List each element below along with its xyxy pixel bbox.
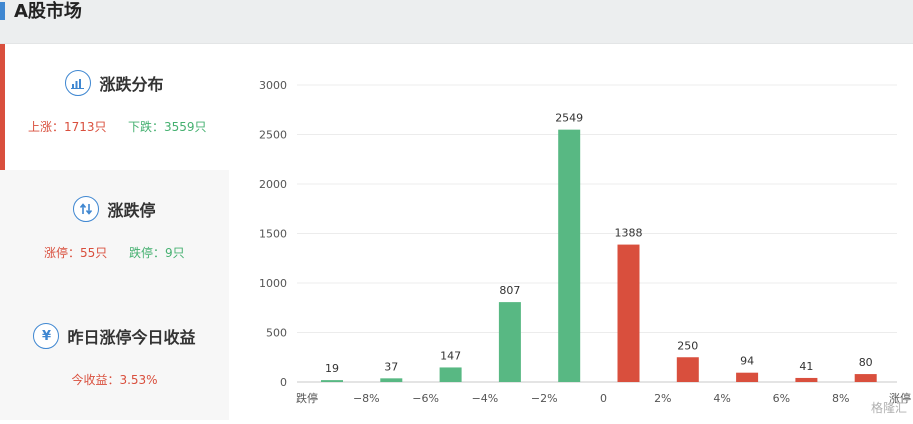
bar [795, 377, 818, 382]
x-tick-label: 8% [832, 392, 849, 405]
up-count: 上涨：1713只 [28, 120, 107, 134]
panel-title-distribution: 涨跌分布 [99, 75, 164, 94]
panel-head-distribution: 涨跌分布 [0, 70, 229, 96]
x-tick-label: −4% [472, 392, 499, 405]
section-header: A股市场 [0, 0, 913, 44]
page-title: A股市场 [14, 1, 82, 22]
header-accent-bar [0, 2, 5, 20]
bar [676, 357, 699, 382]
bar-value-label: 19 [325, 362, 339, 375]
chart-area: 0 500 1000 1500 2000 2500 3000 跌停 −8% −6% −4% −2% 0 2… [229, 44, 913, 420]
limit-up-count: 涨停：55只 [44, 246, 108, 260]
y-tick-label: 2000 [259, 178, 287, 191]
y-tick-label: 1000 [259, 277, 287, 290]
x-tick-label: −2% [531, 392, 558, 405]
sidebar: 涨跌分布 上涨：1713只 下跌：3559只 涨跌停 涨停：55只 跌停：9只 … [0, 44, 229, 420]
tab-yesterday[interactable]: ¥ 昨日涨停今日收益 今收益：3.53% [0, 296, 229, 420]
bar-chart: 0 500 1000 1500 2000 2500 3000 跌停 −8% −6% −4% −2% 0 2… [259, 79, 911, 405]
yen-icon: ¥ [33, 323, 60, 349]
x-tick-label: 跌停 [296, 391, 318, 405]
bar-value-label: 250 [677, 339, 698, 352]
bar [321, 380, 343, 382]
down-count: 下跌：3559只 [128, 120, 207, 134]
bar [498, 302, 521, 382]
bar [617, 244, 640, 382]
bar [380, 378, 403, 382]
watermark: 格隆汇 [870, 401, 907, 415]
x-tick-label: 4% [713, 392, 730, 405]
x-tick-label: 0 [600, 392, 607, 405]
active-indicator [0, 44, 5, 170]
y-tick-label: 1500 [259, 228, 287, 241]
bar-value-label: 37 [384, 360, 398, 373]
yesterday-return: 今收益：3.53% [71, 373, 158, 387]
bar-value-label: 807 [499, 284, 520, 297]
bar [439, 367, 462, 382]
tab-distribution[interactable]: 涨跌分布 上涨：1713只 下跌：3559只 [0, 44, 229, 170]
panel-head-yesterday: ¥ 昨日涨停今日收益 [0, 323, 229, 349]
bar [854, 374, 877, 382]
bar-value-label: 94 [740, 355, 754, 368]
bar [558, 129, 581, 382]
panel-title-yesterday: 昨日涨停今日收益 [67, 328, 196, 347]
panel-title-limit: 涨跌停 [107, 201, 156, 220]
x-tick-label: 6% [773, 392, 790, 405]
bar-chart-icon [65, 70, 92, 96]
yesterday-stats: 今收益：3.53% [0, 371, 229, 388]
y-tick-label: 500 [266, 327, 287, 340]
bar-value-label: 2549 [555, 112, 583, 125]
up-down-arrows-icon [73, 196, 100, 222]
y-tick-label: 3000 [259, 79, 287, 92]
tab-limit[interactable]: 涨跌停 涨停：55只 跌停：9只 [0, 170, 229, 296]
y-tick-label: 2500 [259, 129, 287, 142]
panel-head-limit: 涨跌停 [0, 196, 229, 222]
x-tick-label: 2% [654, 392, 671, 405]
bar-value-label: 147 [440, 349, 461, 362]
x-tick-label: −8% [353, 392, 380, 405]
bar-value-label: 41 [799, 360, 813, 373]
limit-down-count: 跌停：9只 [129, 246, 185, 260]
x-tick-label: −6% [412, 392, 439, 405]
bar-value-label: 80 [859, 356, 873, 369]
y-tick-label: 0 [280, 376, 287, 389]
bar-value-label: 1388 [615, 227, 643, 240]
bar [736, 372, 759, 382]
